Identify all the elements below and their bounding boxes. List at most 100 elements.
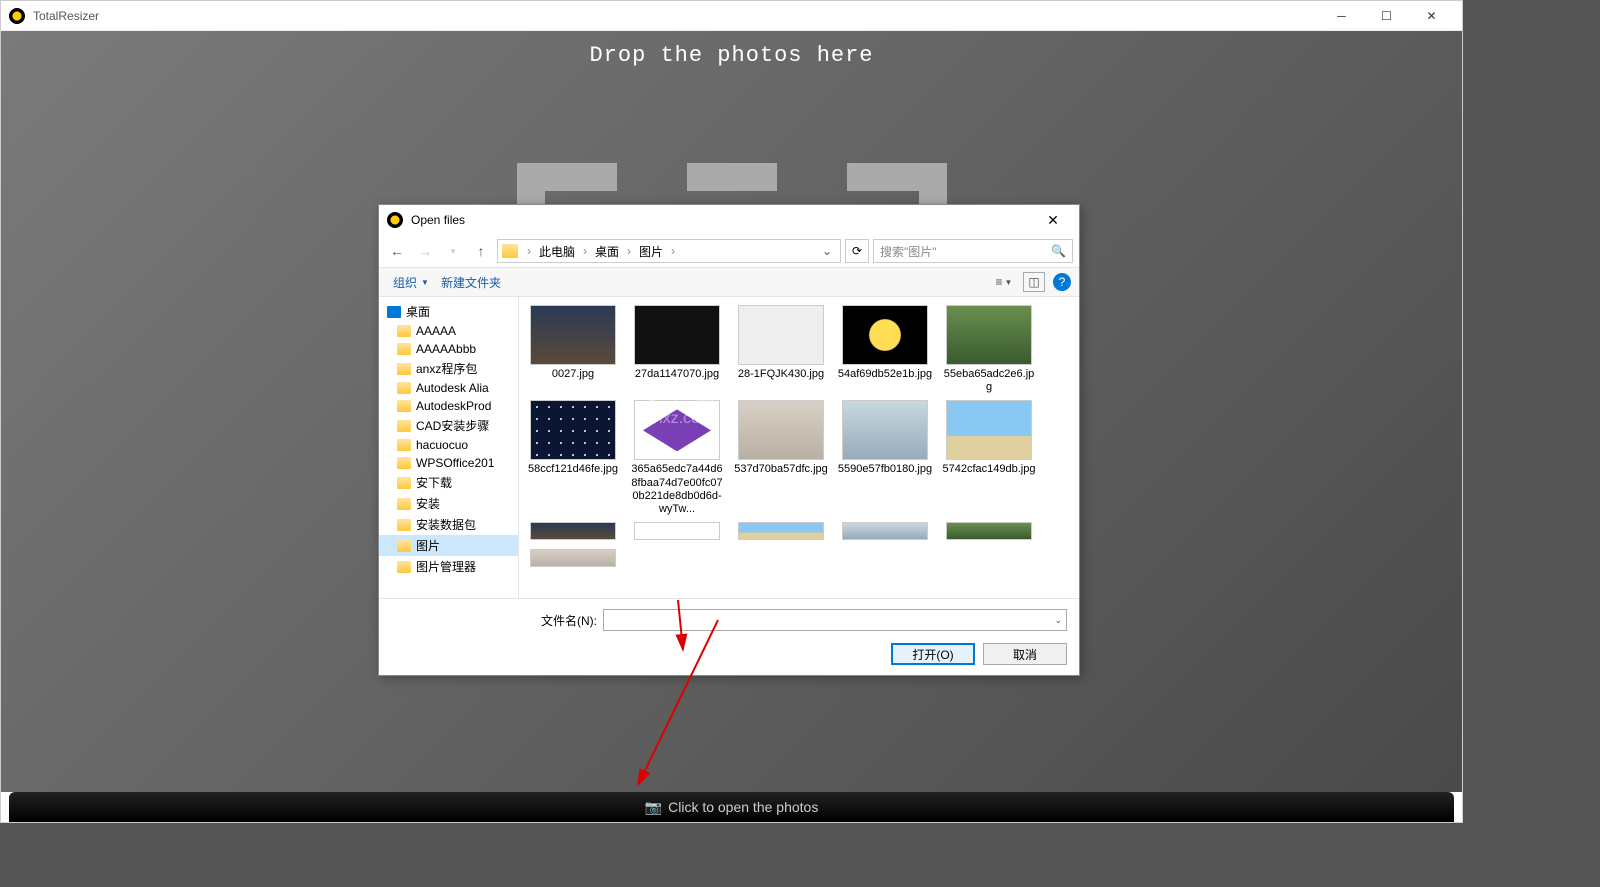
folder-icon — [502, 244, 518, 258]
dialog-nav: ← → ▾ ↑ › 此电脑 › 桌面 › 图片 › ⌄ ⟳ 搜索"图片" 🔍 — [379, 235, 1079, 267]
tree-item-label: 安装数据包 — [416, 516, 476, 533]
file-item[interactable]: 537d70ba57dfc.jpg — [731, 398, 831, 518]
file-grid[interactable]: 0027.jpg 27da1147070.jpg 28-1FQJK430.jpg 54… — [519, 297, 1079, 598]
file-item[interactable] — [627, 520, 727, 545]
file-thumbnail — [634, 400, 720, 460]
breadcrumb-dropdown[interactable]: ⌄ — [818, 244, 836, 258]
folder-icon — [387, 306, 401, 318]
folder-icon — [397, 457, 411, 469]
file-thumbnail — [738, 400, 824, 460]
file-name: 365a65edc7a44d68fbaa74d7e00fc070b221de8d… — [629, 463, 725, 516]
file-name: 55eba65adc2e6.jpg — [941, 368, 1037, 394]
cancel-button[interactable]: 取消 — [983, 643, 1067, 665]
maximize-button[interactable]: ☐ — [1364, 1, 1409, 31]
open-photos-label: Click to open the photos — [668, 799, 818, 815]
view-mode-button[interactable]: ≡ ▼ — [993, 272, 1015, 292]
file-item[interactable]: 5742cfac149db.jpg — [939, 398, 1039, 518]
folder-icon — [397, 561, 411, 573]
nav-up-button[interactable]: ↑ — [469, 239, 493, 263]
breadcrumb-item[interactable]: 桌面 — [592, 241, 622, 262]
tree-item[interactable]: 图片 — [379, 535, 518, 556]
folder-tree[interactable]: 桌面 AAAAA AAAAAbbb anxz程序包 Autodesk Alia Autod… — [379, 297, 519, 598]
folder-icon — [397, 382, 411, 394]
tree-item-label: 安下载 — [416, 474, 452, 491]
file-thumbnail — [738, 305, 824, 365]
tree-item[interactable]: hacuocuo — [379, 436, 518, 454]
file-thumbnail — [946, 305, 1032, 365]
tree-item-label: AutodeskProd — [416, 399, 491, 413]
new-folder-button[interactable]: 新建文件夹 — [435, 271, 507, 294]
open-photos-button[interactable]: 📷 Click to open the photos — [9, 792, 1454, 822]
file-thumbnail — [530, 549, 616, 567]
search-input[interactable]: 搜索"图片" 🔍 — [873, 239, 1073, 263]
refresh-button[interactable]: ⟳ — [845, 239, 869, 263]
tree-item[interactable]: AutodeskProd — [379, 397, 518, 415]
search-icon: 🔍 — [1051, 244, 1066, 258]
nav-back-button[interactable]: ← — [385, 239, 409, 263]
file-name: 27da1147070.jpg — [635, 368, 719, 381]
tree-item[interactable]: anxz程序包 — [379, 358, 518, 379]
folder-icon — [397, 343, 411, 355]
file-item[interactable] — [939, 520, 1039, 545]
file-item[interactable]: 55eba65adc2e6.jpg — [939, 303, 1039, 396]
tree-item[interactable]: 安下载 — [379, 472, 518, 493]
tree-item[interactable]: AAAAAbbb — [379, 340, 518, 358]
folder-icon — [397, 420, 411, 432]
file-item[interactable]: 365a65edc7a44d68fbaa74d7e00fc070b221de8d… — [627, 398, 727, 518]
breadcrumb-item[interactable]: 图片 — [636, 241, 666, 262]
dialog-toolbar: 组织▼ 新建文件夹 ≡ ▼ ◫ ? — [379, 267, 1079, 297]
tree-item[interactable]: 安装数据包 — [379, 514, 518, 535]
file-item[interactable] — [523, 520, 623, 545]
file-item[interactable]: 5590e57fb0180.jpg — [835, 398, 935, 518]
nav-recent-button[interactable]: ▾ — [441, 239, 465, 263]
tree-item[interactable]: Autodesk Alia — [379, 379, 518, 397]
file-item[interactable]: 58ccf121d46fe.jpg — [523, 398, 623, 518]
tree-item-label: WPSOffice201 — [416, 456, 494, 470]
tree-item[interactable]: 安装 — [379, 493, 518, 514]
window-controls: ─ ☐ ✕ — [1319, 1, 1454, 31]
tree-item[interactable]: AAAAA — [379, 322, 518, 340]
tree-item[interactable]: WPSOffice201 — [379, 454, 518, 472]
tree-item-label: 安装 — [416, 495, 440, 512]
tree-item[interactable]: 桌面 — [379, 301, 518, 322]
file-thumbnail — [946, 522, 1032, 540]
file-item[interactable] — [523, 547, 623, 572]
tree-item-label: Autodesk Alia — [416, 381, 489, 395]
tree-item-label: AAAAAbbb — [416, 342, 476, 356]
search-placeholder: 搜索"图片" — [880, 243, 937, 260]
file-item[interactable] — [731, 520, 831, 545]
file-thumbnail — [842, 522, 928, 540]
close-button[interactable]: ✕ — [1409, 1, 1454, 31]
nav-forward-button[interactable]: → — [413, 239, 437, 263]
dialog-title-bar: Open files ✕ — [379, 205, 1079, 235]
minimize-button[interactable]: ─ — [1319, 1, 1364, 31]
help-button[interactable]: ? — [1053, 273, 1071, 291]
tree-item[interactable]: CAD安装步骤 — [379, 415, 518, 436]
folder-icon — [397, 400, 411, 412]
filename-input[interactable]: ⌄ — [603, 609, 1067, 631]
file-name: 28-1FQJK430.jpg — [738, 368, 824, 381]
tree-item-label: anxz程序包 — [416, 360, 477, 377]
dialog-close-button[interactable]: ✕ — [1035, 206, 1071, 234]
file-item[interactable]: 0027.jpg — [523, 303, 623, 396]
file-name: 0027.jpg — [552, 368, 594, 381]
file-item[interactable]: 28-1FQJK430.jpg — [731, 303, 831, 396]
file-thumbnail — [530, 305, 616, 365]
tree-item-label: AAAAA — [416, 324, 456, 338]
organize-button[interactable]: 组织▼ — [387, 271, 435, 294]
preview-pane-button[interactable]: ◫ — [1023, 272, 1045, 292]
tree-item[interactable]: 图片管理器 — [379, 556, 518, 577]
file-item[interactable]: 54af69db52e1b.jpg — [835, 303, 935, 396]
dialog-icon — [387, 212, 403, 228]
folder-icon — [397, 498, 411, 510]
file-name: 58ccf121d46fe.jpg — [528, 463, 618, 476]
file-thumbnail — [530, 400, 616, 460]
file-item[interactable] — [835, 520, 935, 545]
breadcrumb-item[interactable]: 此电脑 — [536, 241, 578, 262]
breadcrumb[interactable]: › 此电脑 › 桌面 › 图片 › ⌄ — [497, 239, 841, 263]
tree-item-label: CAD安装步骤 — [416, 417, 489, 434]
filename-label: 文件名(N): — [541, 612, 597, 629]
open-button[interactable]: 打开(O) — [891, 643, 975, 665]
file-item[interactable]: 27da1147070.jpg — [627, 303, 727, 396]
tree-item-label: 图片管理器 — [416, 558, 476, 575]
